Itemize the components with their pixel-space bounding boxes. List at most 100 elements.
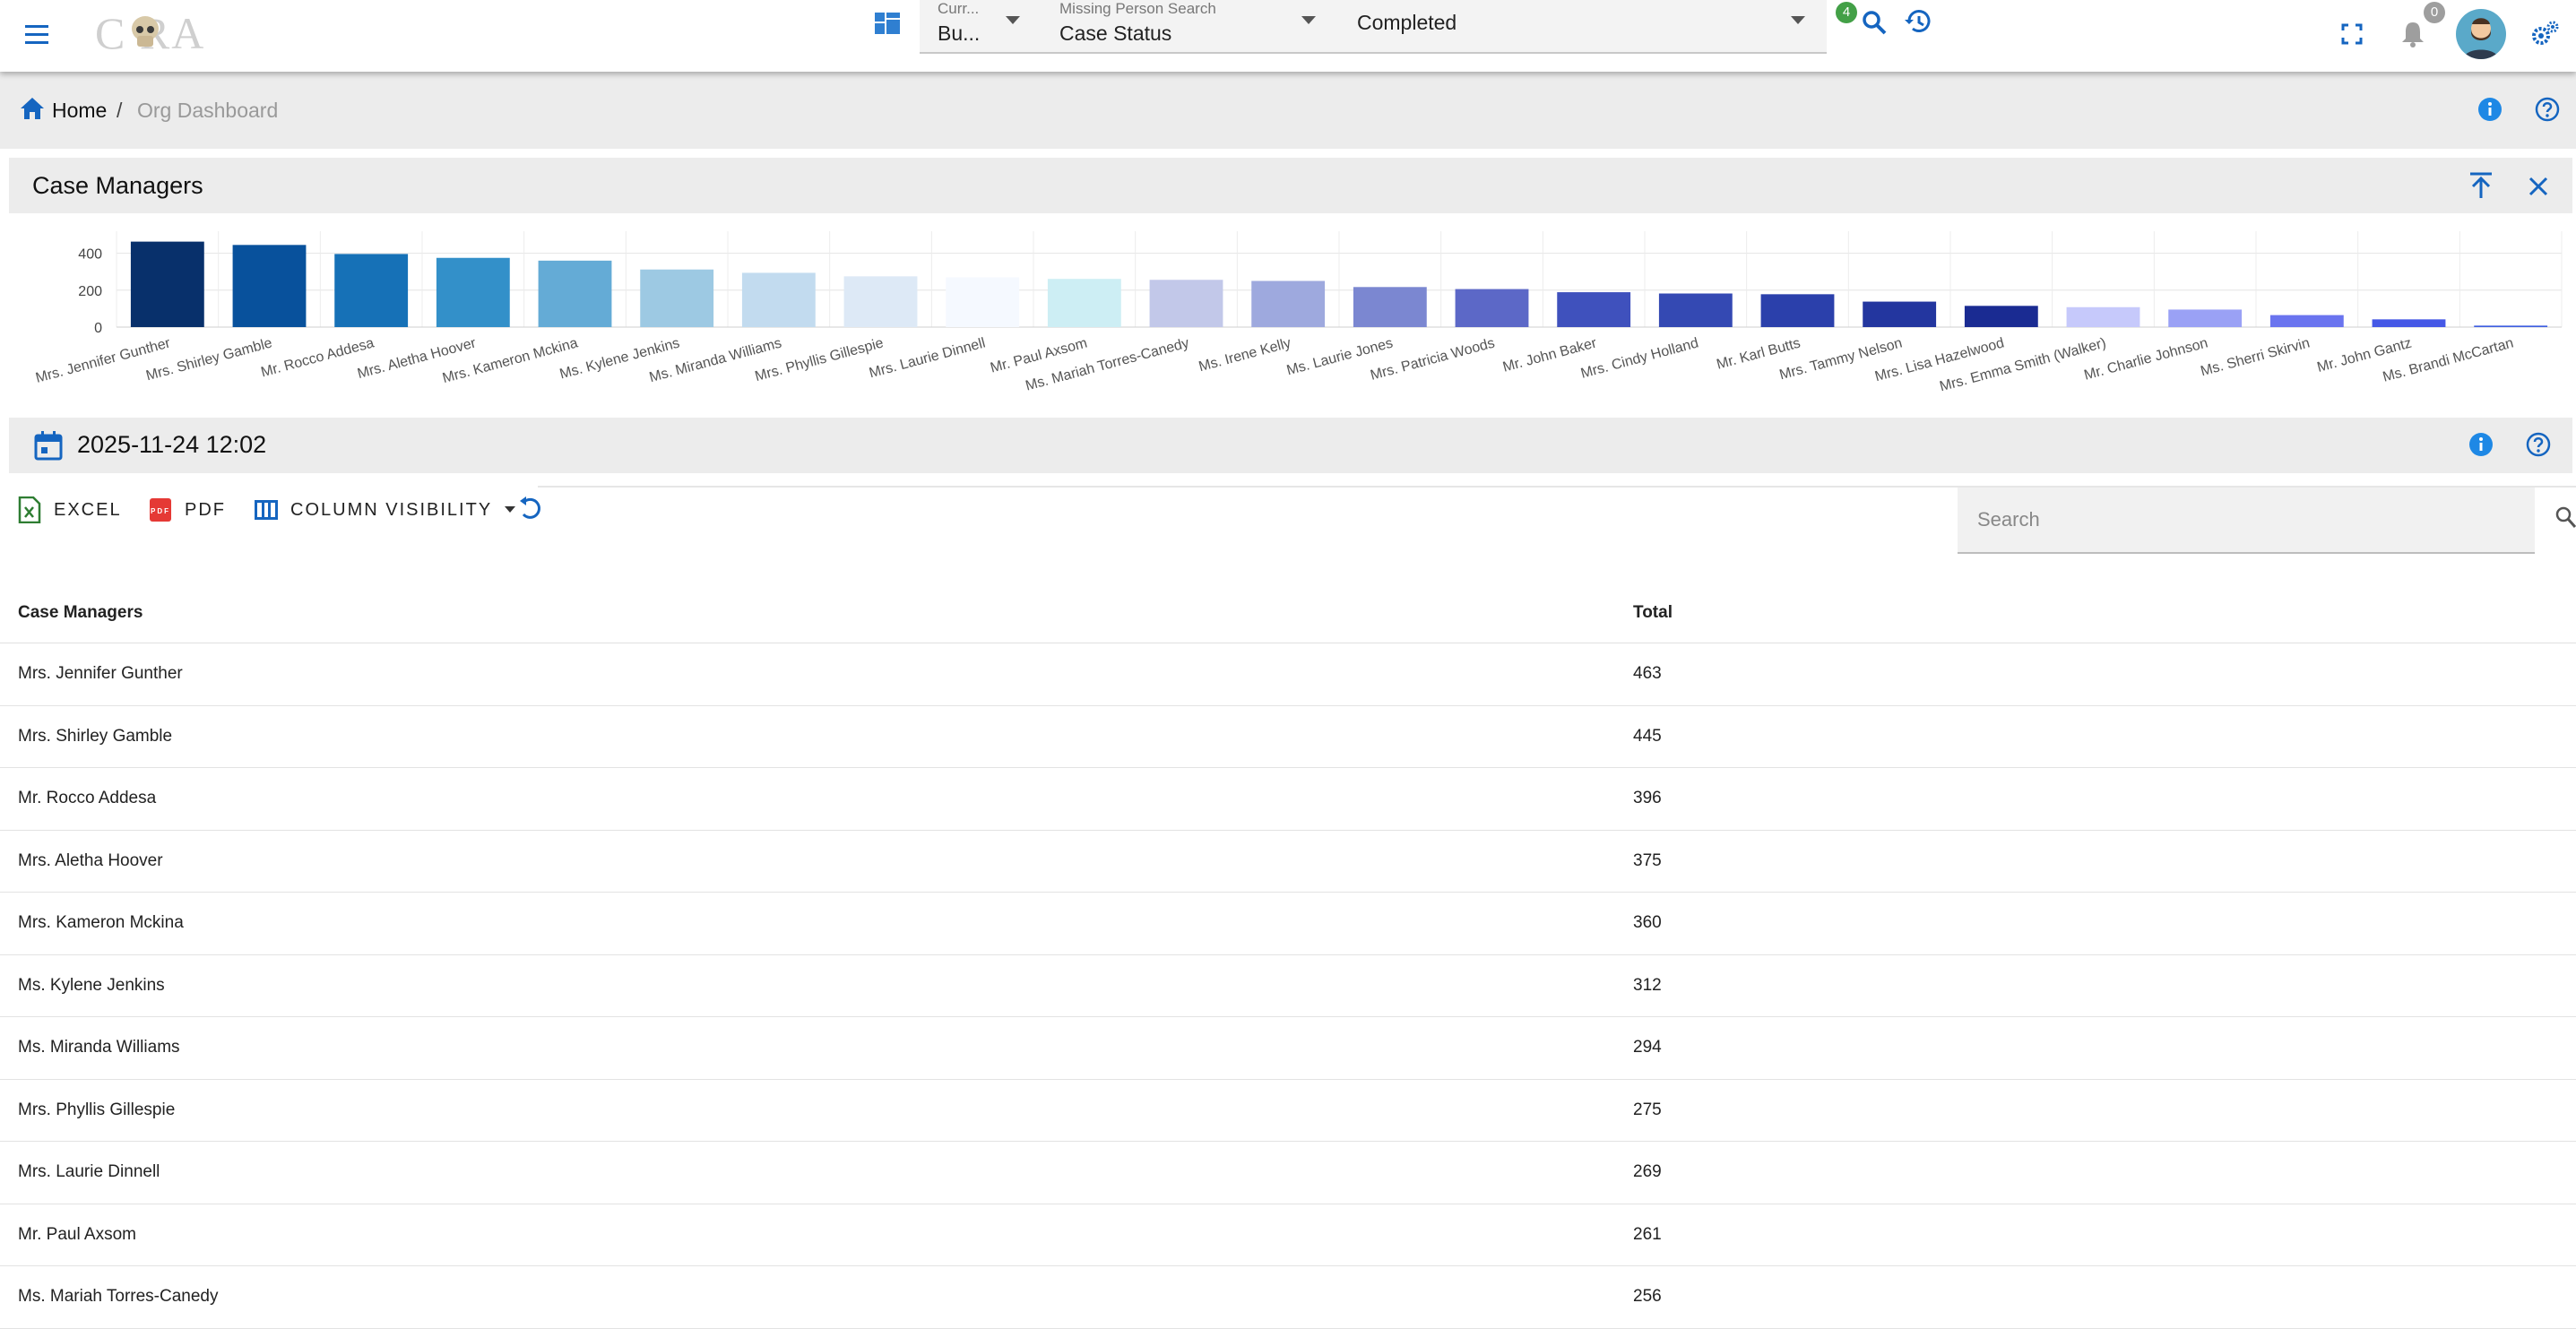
table-row[interactable]: Ms. Kylene Jenkins 312	[0, 955, 2576, 1017]
bar[interactable]	[1455, 289, 1529, 327]
notifications-badge: 0	[2424, 2, 2445, 23]
bar[interactable]	[1760, 294, 1835, 327]
table-row[interactable]: Ms. Miranda Williams 294	[0, 1017, 2576, 1080]
bar[interactable]	[1149, 280, 1223, 327]
breadcrumb-home-link[interactable]: Home	[52, 99, 107, 123]
table-row[interactable]: Mrs. Aletha Hoover 375	[0, 831, 2576, 893]
menu-icon[interactable]	[25, 23, 52, 47]
column-header-case-managers[interactable]: Case Managers	[18, 603, 143, 623]
table-row[interactable]: Mrs. Jennifer Gunther 463	[0, 643, 2576, 706]
case-manager-cell: Ms. Miranda Williams	[18, 1038, 180, 1057]
bar[interactable]	[1964, 306, 2038, 327]
current-select-value: Bu...	[938, 22, 981, 45]
table-row[interactable]: Ms. Mariah Torres-Canedy 256	[0, 1266, 2576, 1329]
chevron-down-icon	[1301, 16, 1316, 25]
info-icon[interactable]	[2468, 432, 2494, 457]
bar[interactable]	[640, 269, 714, 327]
columns-icon	[255, 500, 278, 520]
pdf-export-button[interactable]: PDF PDF	[149, 495, 226, 525]
calendar-icon[interactable]	[34, 430, 63, 461]
total-cell: 360	[1633, 913, 1662, 933]
total-cell: 261	[1633, 1224, 1662, 1244]
bell-icon[interactable]	[2399, 20, 2427, 48]
table-row[interactable]: Mrs. Kameron Mckina 360	[0, 893, 2576, 955]
report-date: 2025-11-24 12:02	[77, 431, 267, 458]
bar[interactable]	[130, 241, 204, 327]
dashboard-icon[interactable]	[875, 13, 900, 34]
bar[interactable]	[538, 260, 612, 327]
bar[interactable]	[1658, 293, 1733, 327]
table-row[interactable]: Mrs. Phyllis Gillespie 275	[0, 1080, 2576, 1142]
bar[interactable]	[2269, 315, 2344, 327]
x-tick-label: Mrs. Cindy Holland	[1579, 335, 1700, 381]
table-row[interactable]: Mr. Rocco Addesa 396	[0, 768, 2576, 831]
settings-gears-icon[interactable]	[2529, 18, 2562, 50]
x-tick-label: Ms. Sherri Skirvin	[2199, 335, 2311, 379]
case-managers-bar-chart: 0 200 400 Mrs. Jennifer Gunther Mrs. Shirley…	[0, 229, 2576, 409]
reset-undo-icon[interactable]	[518, 496, 541, 522]
status-filter-value: Completed	[1357, 11, 1457, 34]
y-tick-label: 200	[78, 284, 102, 299]
missing-person-search-label: Missing Person Search	[1059, 0, 1216, 17]
missing-person-search-select[interactable]: Missing Person Search Case Status	[1059, 0, 1319, 52]
fullscreen-icon[interactable]	[2341, 23, 2363, 45]
column-header-total[interactable]: Total	[1633, 603, 1673, 623]
bar[interactable]	[946, 277, 1020, 327]
help-icon[interactable]	[2535, 97, 2560, 122]
case-manager-cell: Mrs. Aletha Hoover	[18, 850, 163, 870]
bar[interactable]	[436, 257, 510, 327]
svg-text:PDF: PDF	[151, 507, 170, 515]
search-input[interactable]	[1958, 488, 2535, 552]
filter-count-badge: 4	[1836, 2, 1857, 23]
x-tick-label: Ms. Irene Kelly	[1197, 335, 1293, 375]
column-visibility-button[interactable]: COLUMN VISIBILITY	[255, 495, 516, 525]
collapse-up-icon[interactable]	[2468, 172, 2494, 199]
bar[interactable]	[1557, 292, 1631, 327]
close-icon[interactable]	[2528, 176, 2549, 197]
home-icon[interactable]	[20, 97, 45, 120]
bar[interactable]	[741, 272, 816, 327]
search-icon[interactable]	[2554, 505, 2576, 529]
case-manager-cell: Mrs. Kameron Mckina	[18, 913, 184, 933]
breadcrumb-separator: /	[117, 99, 123, 122]
bar[interactable]	[1863, 301, 1937, 327]
chevron-down-icon	[1006, 16, 1020, 25]
x-tick-label: Mrs. Emma Smith (Walker)	[1938, 335, 2107, 394]
case-manager-cell: Ms. Kylene Jenkins	[18, 975, 165, 995]
excel-export-button[interactable]: EXCEL	[18, 495, 122, 525]
pdf-icon: PDF	[150, 498, 171, 522]
history-icon[interactable]	[1904, 7, 1932, 36]
avatar[interactable]	[2456, 9, 2506, 59]
total-cell: 375	[1633, 850, 1662, 870]
column-visibility-label: COLUMN VISIBILITY	[290, 499, 493, 520]
chart-panel-title: Case Managers	[32, 172, 203, 199]
help-icon[interactable]	[2526, 432, 2551, 457]
bar[interactable]	[2066, 306, 2140, 327]
bar[interactable]	[843, 276, 918, 327]
bar[interactable]	[2474, 325, 2548, 327]
info-icon[interactable]	[2477, 97, 2503, 122]
breadcrumb-current: Org Dashboard	[137, 99, 279, 122]
table-row[interactable]: Mr. Paul Axsom 261	[0, 1204, 2576, 1266]
current-select[interactable]: Curr... Bu...	[938, 0, 1031, 52]
bar[interactable]	[334, 254, 409, 327]
top-app-bar: C RA Curr... Bu... Missing Person Search…	[0, 0, 2576, 72]
bar[interactable]	[2372, 319, 2446, 327]
bar[interactable]	[1251, 280, 1326, 328]
bar[interactable]	[1353, 287, 1427, 327]
breadcrumb: Home / Org Dashboard	[0, 72, 2576, 149]
case-manager-cell: Mr. Rocco Addesa	[18, 789, 157, 808]
table-search-field[interactable]	[1958, 488, 2535, 554]
table-row[interactable]: Mrs. Laurie Dinnell 269	[0, 1142, 2576, 1204]
bar[interactable]	[232, 245, 307, 327]
search-icon[interactable]	[1861, 9, 1888, 36]
status-filter-select[interactable]: Completed	[1357, 0, 1805, 52]
y-tick-label: 0	[94, 321, 102, 336]
case-manager-cell: Mrs. Shirley Gamble	[18, 726, 173, 746]
bar[interactable]	[1047, 279, 1121, 327]
bar[interactable]	[2168, 309, 2243, 327]
chevron-down-icon	[1791, 16, 1805, 25]
table-row[interactable]: Mrs. Shirley Gamble 445	[0, 706, 2576, 768]
total-cell: 312	[1633, 975, 1662, 995]
total-cell: 463	[1633, 664, 1662, 684]
